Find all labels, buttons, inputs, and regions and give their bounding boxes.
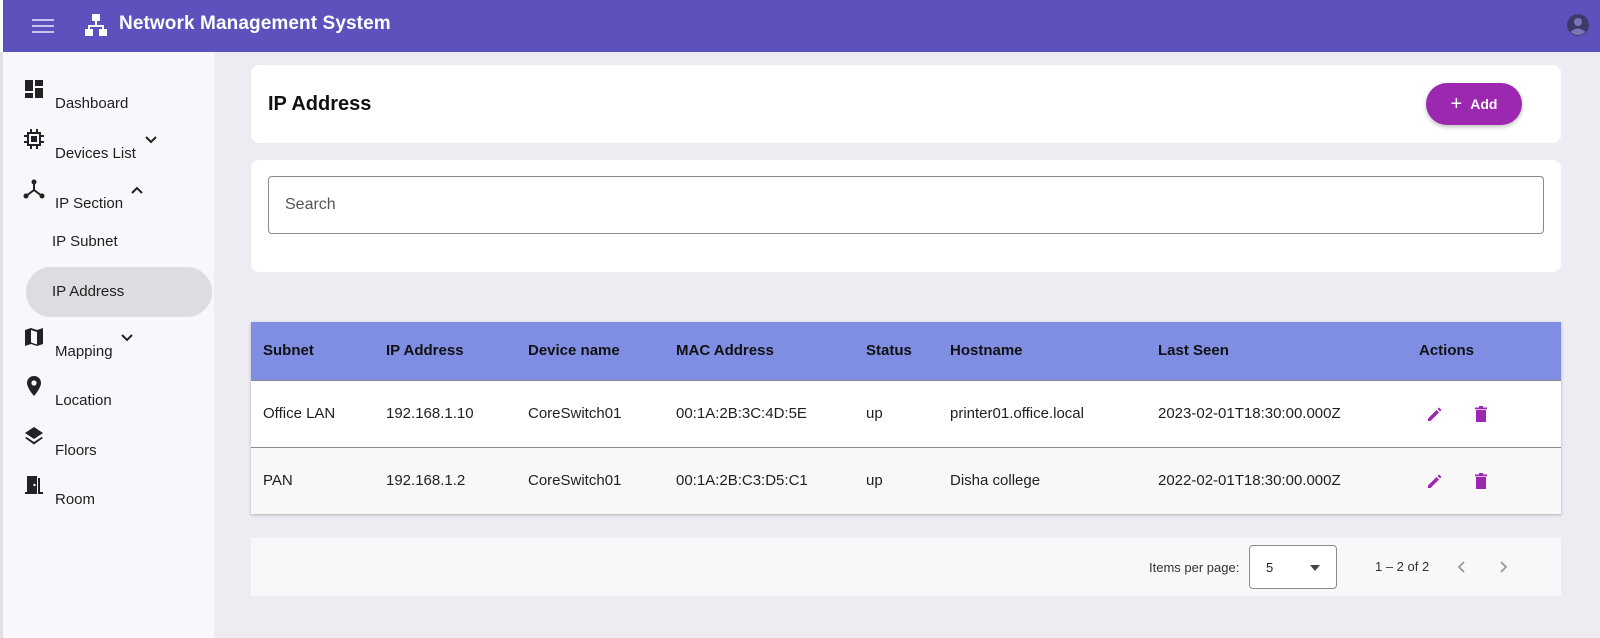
hub-icon — [23, 178, 47, 202]
sidebar-subitem-ip-subnet[interactable]: IP Subnet — [26, 217, 212, 267]
cell-ip-address: 192.168.1.2 — [386, 472, 466, 490]
cell-subnet: Office LAN — [263, 405, 336, 422]
sidebar-subitem-ip-address[interactable]: IP Address — [26, 267, 212, 317]
previous-page-button[interactable] — [1450, 555, 1474, 579]
cell-actions — [1407, 447, 1561, 514]
add-button[interactable]: + Add — [1426, 83, 1522, 125]
delete-icon[interactable] — [1467, 467, 1495, 495]
sidebar-item-devices-list[interactable]: Devices List — [21, 129, 191, 172]
cell-actions — [1407, 380, 1561, 447]
cell-device-name: CoreSwitch01 — [528, 472, 622, 490]
sidebar-item-dashboard[interactable]: Dashboard — [21, 80, 181, 122]
cell-mac-address: 00:1A:2B:C3:D5:C1 — [676, 472, 808, 490]
sidebar-item-ip-section[interactable]: IP Section — [21, 179, 191, 222]
edit-icon[interactable] — [1421, 467, 1449, 495]
next-page-button[interactable] — [1491, 555, 1515, 579]
sidebar-subitem-label: IP Subnet — [52, 233, 118, 250]
chevron-up-icon — [127, 180, 147, 200]
sidebar-item-label: Location — [55, 392, 112, 409]
page-range-label: 1 – 2 of 2 — [1375, 559, 1430, 574]
items-per-page-select[interactable]: 5 — [1249, 545, 1337, 589]
sidebar-item-location[interactable]: Location — [21, 376, 181, 419]
top-app-bar: Network Management System — [3, 0, 1600, 52]
chip-icon — [23, 128, 47, 152]
cell-status: up — [866, 472, 883, 490]
cell-ip-address: 192.168.1.10 — [386, 405, 474, 422]
column-header-actions: Actions — [1419, 342, 1475, 360]
door-icon — [23, 474, 47, 498]
ip-address-table: Subnet IP Address Device name MAC Addres… — [251, 322, 1561, 514]
sidebar-item-label: Floors — [55, 442, 97, 459]
paginator: Items per page: 5 1 – 2 of 2 — [251, 538, 1561, 596]
sidebar-subitem-label: IP Address — [52, 283, 125, 300]
cell-hostname: Disha college — [950, 472, 1041, 490]
column-header-device-name[interactable]: Device name — [516, 322, 664, 380]
column-header-ip-address[interactable]: IP Address — [374, 322, 516, 380]
column-header-status[interactable]: Status — [854, 322, 938, 380]
items-per-page-label: Items per page: — [1149, 560, 1240, 575]
search-input[interactable] — [268, 176, 1544, 234]
table-row: Office LAN 192.168.1.10 CoreSwitch01 00:… — [251, 380, 1561, 447]
search-card — [251, 160, 1561, 272]
column-header-last-seen[interactable]: Last Seen — [1146, 322, 1407, 380]
sidebar-item-label: Room — [55, 491, 96, 508]
layers-icon — [23, 425, 47, 449]
sidebar-item-label: IP Section — [55, 195, 124, 212]
chevron-right-icon — [1500, 561, 1508, 573]
sidebar-item-label: Devices List — [55, 145, 136, 162]
table-header-row: Subnet IP Address Device name MAC Addres… — [251, 322, 1561, 380]
account-circle-icon[interactable] — [1565, 12, 1591, 38]
column-header-mac-address[interactable]: MAC Address — [664, 322, 854, 380]
cell-mac-address: 00:1A:2B:3C:4D:5E — [676, 405, 807, 422]
cell-hostname: printer01.office.local — [950, 405, 1084, 422]
sidebar-item-label: Mapping — [55, 343, 113, 360]
edit-icon[interactable] — [1421, 400, 1449, 428]
chevron-down-icon — [141, 130, 161, 150]
dropdown-caret-icon — [1310, 565, 1320, 571]
sidebar: Dashboard Devices List IP Section IP Sub… — [0, 52, 214, 638]
sidebar-item-mapping[interactable]: Mapping — [21, 328, 181, 370]
cell-subnet: PAN — [263, 472, 293, 490]
plus-icon: + — [1450, 93, 1463, 115]
cell-last-seen: 2023-02-01T18:30:00.000Z — [1158, 405, 1341, 422]
sidebar-item-label: Dashboard — [55, 95, 129, 112]
add-button-label: Add — [1470, 96, 1498, 112]
menu-icon[interactable] — [27, 12, 59, 40]
page-title: IP Address — [268, 93, 372, 115]
location-pin-icon — [23, 375, 47, 399]
sitemap-icon — [83, 12, 109, 38]
page-header-card: IP Address + Add — [251, 65, 1561, 143]
map-icon — [23, 326, 47, 350]
sidebar-item-floors[interactable]: Floors — [21, 427, 181, 469]
column-header-hostname[interactable]: Hostname — [938, 322, 1146, 380]
delete-icon[interactable] — [1467, 400, 1495, 428]
cell-last-seen: 2022-02-01T18:30:00.000Z — [1158, 472, 1341, 490]
sidebar-item-room[interactable]: Room — [21, 476, 181, 518]
items-per-page-value: 5 — [1266, 560, 1274, 575]
chevron-down-icon — [117, 328, 137, 348]
dashboard-icon — [23, 78, 47, 102]
column-header-subnet[interactable]: Subnet — [251, 322, 374, 380]
table-row: PAN 192.168.1.2 CoreSwitch01 00:1A:2B:C3… — [251, 447, 1561, 514]
app-title: Network Management System — [119, 13, 391, 34]
cell-device-name: CoreSwitch01 — [528, 405, 622, 422]
main-content: IP Address + Add Subnet IP Address Devic… — [214, 52, 1600, 638]
cell-status: up — [866, 405, 883, 422]
chevron-left-icon — [1457, 561, 1465, 573]
